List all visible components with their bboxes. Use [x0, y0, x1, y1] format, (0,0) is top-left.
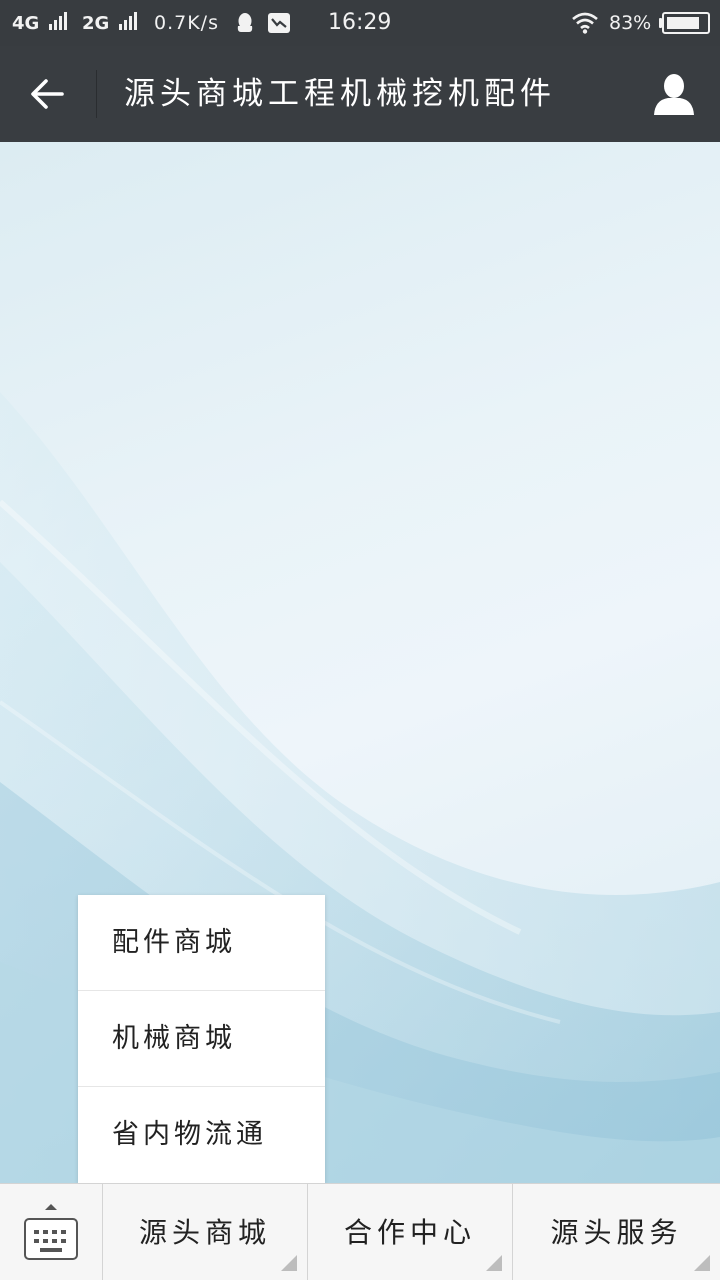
- chevron-up-icon: [45, 1204, 57, 1210]
- network-4g: 4G: [12, 0, 69, 46]
- phone-screen: 4G 2G 0.7K/s 16:29 83% 源头商城工程机械挖机配件 配件商城…: [0, 0, 720, 1280]
- submenu-indicator-icon: [694, 1255, 710, 1271]
- clock: 16:29: [328, 10, 392, 35]
- back-button[interactable]: [20, 66, 76, 122]
- qq-icon: [237, 13, 253, 32]
- tab-source-service-label: 源头服务: [550, 1216, 683, 1249]
- submenu-indicator-icon: [281, 1255, 297, 1271]
- arrow-left-icon: [31, 79, 64, 109]
- tab-source-service[interactable]: 源头服务: [513, 1184, 720, 1280]
- network-4g-label: 4G: [12, 13, 40, 34]
- menu-item-parts-mall[interactable]: 配件商城: [78, 895, 325, 991]
- network-speed: 0.7K/s: [154, 12, 219, 34]
- submenu-indicator-icon: [486, 1255, 502, 1271]
- user-icon: [654, 74, 694, 115]
- wifi-icon: [572, 12, 598, 34]
- signal-icon: [119, 11, 139, 30]
- header-divider: [96, 70, 97, 118]
- battery-percent: 83%: [609, 12, 652, 34]
- signal-icon: [49, 11, 69, 30]
- battery-icon: [662, 12, 710, 34]
- menu-item-province-logistics[interactable]: 省内物流通: [78, 1087, 325, 1183]
- keyboard-icon: [24, 1218, 78, 1260]
- app-header: 源头商城工程机械挖机配件: [0, 46, 720, 142]
- page-title: 源头商城工程机械挖机配件: [124, 76, 556, 112]
- bottom-menu-bar: 源头商城 合作中心 源头服务: [0, 1183, 720, 1280]
- popup-menu: 配件商城 机械商城 省内物流通: [78, 895, 325, 1183]
- tab-cooperation-center[interactable]: 合作中心: [308, 1184, 513, 1280]
- profile-button[interactable]: [648, 68, 700, 120]
- keyboard-toggle-button[interactable]: [0, 1184, 103, 1280]
- network-2g-label: 2G: [82, 13, 110, 34]
- network-2g: 2G: [82, 0, 139, 46]
- menu-item-machinery-mall[interactable]: 机械商城: [78, 991, 325, 1087]
- message-icon: [268, 13, 290, 33]
- tab-source-mall[interactable]: 源头商城: [103, 1184, 308, 1280]
- tab-cooperation-center-label: 合作中心: [343, 1216, 476, 1249]
- battery-level: [667, 17, 699, 29]
- tab-source-mall-label: 源头商城: [138, 1216, 271, 1249]
- status-bar: 4G 2G 0.7K/s 16:29 83%: [0, 0, 720, 46]
